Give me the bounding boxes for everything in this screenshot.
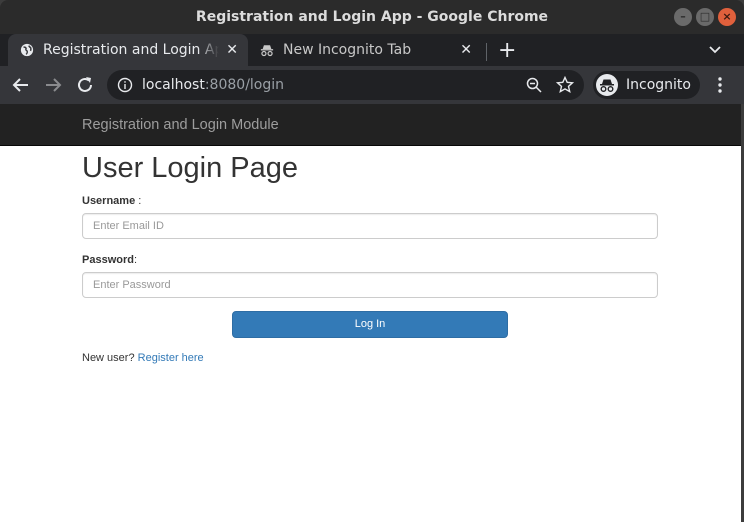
password-label: Password: [82, 254, 137, 266]
incognito-profile-button[interactable]: Incognito [593, 71, 700, 99]
minimize-button[interactable]: – [674, 8, 692, 26]
register-prompt: New user? Register here [82, 352, 204, 364]
page-viewport: Registration and Login Module User Login… [0, 104, 741, 522]
globe-icon [20, 43, 34, 57]
url-path: :8080/login [204, 77, 285, 93]
site-navbar: Registration and Login Module [0, 104, 741, 146]
browser-toolbar: localhost:8080/login Incognito [0, 66, 744, 104]
page-title: User Login Page [82, 152, 299, 184]
password-input[interactable] [82, 272, 658, 298]
incognito-label: Incognito [626, 77, 691, 93]
username-input[interactable] [82, 213, 658, 239]
back-arrow-icon[interactable] [11, 75, 31, 95]
tab-separator [486, 43, 487, 61]
zoom-out-icon[interactable] [526, 77, 542, 93]
site-info-icon[interactable] [117, 77, 133, 93]
password-label-colon: : [133, 254, 138, 266]
kebab-menu-icon[interactable] [712, 76, 728, 94]
forward-arrow-icon[interactable] [43, 75, 63, 95]
close-tab-icon[interactable]: ✕ [460, 42, 472, 58]
password-label-text: Password [82, 254, 134, 266]
window-titlebar: Registration and Login App - Google Chro… [0, 0, 744, 34]
window-controls: – □ × [674, 8, 736, 26]
close-tab-icon[interactable]: ✕ [226, 42, 238, 58]
incognito-avatar-icon [596, 74, 618, 96]
username-label: Username : [82, 195, 141, 207]
address-bar[interactable]: localhost:8080/login [107, 70, 584, 100]
incognito-icon [260, 45, 274, 57]
tab-new-incognito[interactable]: New Incognito Tab ✕ [252, 34, 482, 66]
window-title: Registration and Login App - Google Chro… [195, 9, 549, 25]
close-window-button[interactable]: × [718, 8, 736, 26]
chevron-down-icon[interactable] [708, 42, 722, 56]
navbar-brand[interactable]: Registration and Login Module [82, 117, 279, 133]
bookmark-star-icon[interactable] [556, 76, 574, 94]
register-link[interactable]: Register here [138, 352, 204, 364]
new-tab-plus-icon[interactable]: + [498, 38, 516, 63]
reload-icon[interactable] [75, 75, 95, 95]
login-button[interactable]: Log In [232, 311, 508, 338]
username-label-colon: : [135, 195, 142, 207]
tab-registration-login[interactable]: Registration and Login App ✕ [8, 34, 248, 66]
maximize-button[interactable]: □ [696, 8, 714, 26]
tab-strip: Registration and Login App ✕ New Incogni… [0, 34, 744, 66]
new-user-text: New user? [82, 352, 138, 364]
tab-title: Registration and Login App [43, 42, 219, 58]
url-host: localhost [142, 77, 205, 93]
username-label-text: Username [82, 195, 136, 207]
tab-title: New Incognito Tab [283, 42, 412, 58]
url-text[interactable]: localhost:8080/login [142, 77, 284, 93]
